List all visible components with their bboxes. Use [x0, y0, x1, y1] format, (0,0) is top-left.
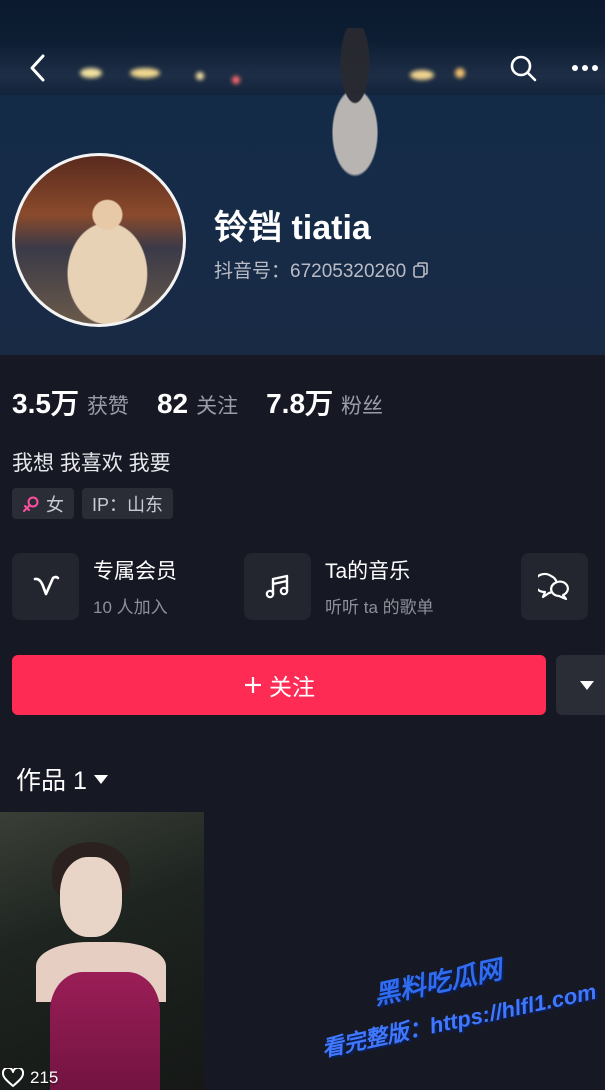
tab-works-label: 作品 1: [16, 767, 87, 795]
cover-light: [80, 68, 102, 78]
cover-light: [232, 76, 240, 84]
gender-label: 女: [46, 494, 64, 515]
ip-location-label: IP：山东: [92, 494, 164, 515]
stat-label: 获赞: [86, 395, 129, 418]
cover-light: [455, 68, 465, 78]
follow-label: 关注: [269, 674, 315, 700]
cover-light: [130, 68, 160, 78]
feature-subtitle: 10 人加入: [93, 598, 168, 617]
douyin-id: 抖音号：67205320260: [214, 256, 430, 283]
search-icon: [510, 55, 537, 82]
douyin-id-text: 抖音号：67205320260: [214, 261, 407, 282]
cover-person: [300, 28, 410, 218]
video-likes: 215: [2, 1068, 58, 1088]
thumb-face: [60, 857, 122, 937]
feature-icon-box: [12, 553, 79, 620]
back-arrow-icon: [30, 54, 45, 82]
ip-location-tag: IP：山东: [82, 488, 174, 519]
triangle-down-icon: [580, 681, 594, 690]
feature-subtitle: 听听 ta 的歌单: [325, 598, 434, 617]
recommend-dropdown-button[interactable]: [556, 655, 605, 715]
chevron-down-icon: [93, 775, 108, 784]
watermark-url: 看完整版：https://hlfl1.com: [319, 978, 599, 1062]
back-button[interactable]: [18, 48, 58, 88]
plus-icon: [245, 677, 261, 693]
feature-title: 专属会员: [93, 560, 177, 583]
video-likes-count: 215: [30, 1068, 59, 1087]
follow-button[interactable]: 关注: [12, 655, 546, 715]
stat-label: 关注: [196, 395, 239, 418]
gender-tag: 女: [12, 488, 74, 519]
cover-light: [196, 72, 204, 80]
stat-likes[interactable]: 3.5万 获赞: [12, 382, 129, 422]
profile-bio: 我想 我喜欢 我要: [12, 452, 171, 475]
profile-stats: 3.5万 获赞 82 关注 7.8万 粉丝: [12, 382, 411, 422]
feature-music[interactable]: Ta的音乐 听听 ta 的歌单: [244, 553, 434, 620]
watermark-site-name: 黑料吃瓜网: [371, 954, 505, 1011]
cover-light: [410, 70, 434, 80]
more-options-button[interactable]: [565, 48, 605, 88]
stat-label: 粉丝: [341, 395, 384, 418]
profile-tags: 女 IP：山东: [12, 488, 174, 519]
avatar[interactable]: [12, 153, 186, 327]
stat-value: 82: [156, 388, 189, 419]
music-note-icon: [265, 574, 288, 598]
video-thumbnail[interactable]: 215: [0, 812, 204, 1090]
feature-icon-box: [244, 553, 311, 620]
chat-bubble-icon: [537, 572, 569, 600]
stat-followers[interactable]: 7.8万 粉丝: [266, 382, 383, 422]
feature-icon-box: [521, 553, 588, 620]
v-badge-icon: [33, 575, 59, 595]
stat-value: 3.5万: [12, 388, 79, 419]
thumb-dress: [50, 972, 160, 1090]
feature-title: Ta的音乐: [325, 560, 411, 583]
watermark: 黑料吃瓜网 看完整版：https://hlfl1.com: [309, 930, 605, 1090]
stat-following[interactable]: 82 关注: [157, 388, 238, 420]
feature-chat[interactable]: [521, 553, 588, 620]
female-symbol-icon: [23, 496, 39, 512]
stat-value: 7.8万: [266, 388, 334, 419]
more-dots-icon: [572, 65, 598, 71]
tab-works[interactable]: 作品 1: [16, 761, 109, 797]
profile-name: 铃铛 tiatia: [214, 209, 371, 247]
feature-membership[interactable]: 专属会员 10 人加入: [12, 553, 177, 620]
heart-icon: [2, 1068, 24, 1087]
copy-icon[interactable]: [412, 261, 430, 279]
search-button[interactable]: [503, 48, 543, 88]
feature-cards: 专属会员 10 人加入 Ta的音乐 听听 ta 的歌单: [12, 553, 605, 621]
